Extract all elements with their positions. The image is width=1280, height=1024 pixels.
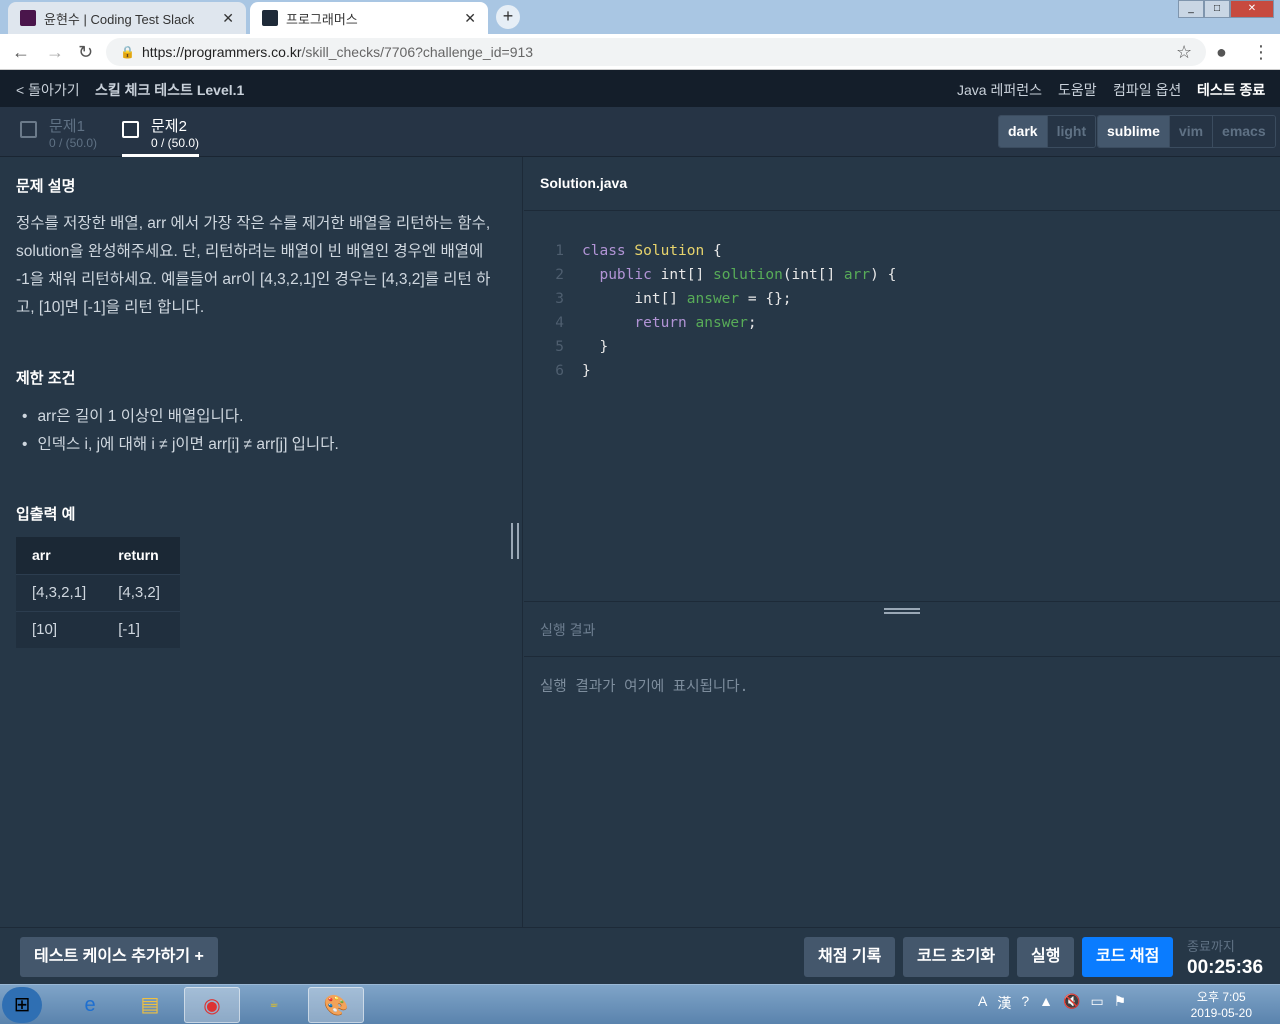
result-panel: 실행 결과 실행 결과가 여기에 표시됩니다. [524, 601, 1280, 714]
submit-button[interactable]: 코드 채점 [1082, 937, 1174, 977]
table-row: [4,3,2,1] [4,3,2] [16, 573, 181, 611]
top-nav: < 돌아가기 스킬 체크 테스트 Level.1 Java 레퍼런스 도움말 컴… [0, 70, 1280, 107]
cell: [10] [16, 610, 103, 648]
taskbar: ⊞ e ▤ ◉ ☕ 🎨 A 漢? ▲ 🔇 ▭ ⚑ 오후 7:05 2019-05-20 [0, 984, 1280, 1024]
java-reference-link[interactable]: Java 레퍼런스 [957, 80, 1042, 100]
timer-label: 종료까지 [1187, 939, 1235, 954]
table-row: [10] [-1] [16, 610, 181, 648]
column-header: return [102, 537, 181, 574]
action-bar: 테스트 케이스 추가하기 + 채점 기록 코드 초기화 실행 코드 채점 종료까… [0, 927, 1280, 984]
browser-tab-strip: 윤현수 | Coding Test Slack ✕ 프로그래머스 ✕ + _ □ ✕ [0, 0, 1280, 34]
clock[interactable]: 오후 7:05 2019-05-20 [1191, 989, 1252, 1021]
problem-label: 문제2 [151, 118, 187, 135]
examples-table: arr return [4,3,2,1] [4,3,2] [10] [-1] [16, 537, 181, 648]
chrome-icon[interactable]: ◉ [184, 987, 240, 1023]
back-link[interactable]: < 돌아가기 [16, 80, 80, 100]
checkbox-icon [122, 121, 139, 138]
compile-options-link[interactable]: 컴파일 옵션 [1113, 80, 1181, 100]
keymap-vim-button[interactable]: vim [1168, 116, 1213, 147]
add-testcase-button[interactable]: 테스트 케이스 추가하기 + [20, 937, 218, 977]
url-path: /skill_checks/7706?challenge_id=913 [301, 44, 534, 60]
explorer-icon[interactable]: ▤ [122, 987, 178, 1023]
tab-title: 프로그래머스 [286, 11, 358, 27]
close-tab-icon[interactable]: ✕ [222, 10, 234, 27]
list-item: arr은 길이 1 이상인 배열입니다. [22, 403, 339, 431]
browser-tab-programmers[interactable]: 프로그래머스 ✕ [250, 2, 488, 34]
list-item: 인덱스 i, j에 대해 i ≠ j이면 arr[i] ≠ arr[j] 입니다… [22, 431, 338, 459]
keymap-emacs-button[interactable]: emacs [1212, 116, 1275, 147]
close-window-button[interactable]: ✕ [1230, 0, 1274, 18]
constraints-list: arr은 길이 1 이상인 배열입니다.인덱스 i, j에 대해 i ≠ j이면… [22, 403, 339, 459]
menu-icon[interactable]: ⋮ [1252, 42, 1270, 63]
close-tab-icon[interactable]: ✕ [464, 10, 476, 27]
description-text: 정수를 저장한 배열, arr 에서 가장 작은 수를 제거한 배열을 리턴하는… [16, 215, 491, 316]
page-title: 스킬 체크 테스트 Level.1 [95, 82, 245, 98]
tab-problem-1[interactable]: 문제1 0 / (50.0) [20, 115, 97, 150]
keymap-toggle: sublime vim emacs [1097, 115, 1276, 148]
cell: [4,3,2,1] [16, 573, 103, 611]
horizontal-resize-handle[interactable] [884, 608, 920, 614]
timer-value: 00:25:36 [1187, 957, 1264, 978]
problem-description-panel: 문제 설명 정수를 저장한 배열, arr 에서 가장 작은 수를 제거한 배열… [0, 157, 523, 927]
java-ee-ide-icon[interactable]: ☕ [246, 987, 302, 1023]
code-editor[interactable]: 1 class Solution { 2 public int[] solutio… [524, 239, 896, 383]
show-hidden-icons[interactable]: ▲ [1039, 993, 1053, 1013]
back-icon[interactable]: ← [12, 42, 30, 63]
tab-title: 윤현수 | Coding Test Slack [44, 11, 195, 27]
vertical-resize-handle[interactable] [511, 523, 519, 559]
theme-light-button[interactable]: light [1046, 116, 1096, 147]
help-link[interactable]: 도움말 [1058, 80, 1097, 100]
hanja-icon[interactable]: 漢 [997, 993, 1011, 1013]
ie-icon[interactable]: e [62, 987, 118, 1023]
theme-toggle: dark light [998, 115, 1097, 148]
address-bar-area: ← → ↻ 🔒 https://programmers.co.kr/skill_c… [0, 34, 1280, 70]
programmers-icon [262, 10, 278, 26]
browser-tab-slack[interactable]: 윤현수 | Coding Test Slack ✕ [8, 2, 246, 34]
section-title: 입출력 예 [16, 506, 76, 523]
editor-filename: Solution.java [524, 157, 1280, 211]
reset-code-button[interactable]: 코드 초기화 [903, 937, 1010, 977]
forward-icon[interactable]: → [46, 42, 64, 63]
checkbox-icon [20, 121, 37, 138]
timer: 종료까지 00:25:36 [1187, 936, 1263, 979]
star-icon[interactable]: ☆ [1176, 42, 1192, 63]
lock-icon: 🔒 [120, 45, 135, 59]
reload-icon[interactable]: ↻ [78, 42, 93, 63]
language-icon[interactable]: A [978, 993, 987, 1013]
end-test-link[interactable]: 테스트 종료 [1197, 80, 1265, 100]
keymap-sublime-button[interactable]: sublime [1098, 116, 1169, 147]
slack-icon [20, 10, 36, 26]
flag-icon[interactable]: ⚑ [1114, 993, 1127, 1013]
tab-problem-2[interactable]: 문제2 0 / (50.0) [122, 115, 200, 157]
new-tab-button[interactable]: + [496, 5, 520, 29]
section-title: 제한 조건 [16, 370, 76, 387]
paint-icon[interactable]: 🎨 [308, 987, 364, 1023]
minimize-button[interactable]: _ [1178, 0, 1204, 18]
grading-history-button[interactable]: 채점 기록 [804, 937, 896, 977]
cell: [-1] [102, 610, 181, 648]
problem-score: 0 / (50.0) [151, 136, 200, 150]
system-tray: A 漢? ▲ 🔇 ▭ ⚑ [978, 993, 1126, 1013]
maximize-button[interactable]: □ [1204, 0, 1230, 18]
editor-panel: Solution.java 1 class Solution { 2 public… [524, 157, 1280, 927]
cell: [4,3,2] [102, 573, 181, 611]
account-icon[interactable]: ● [1216, 42, 1227, 63]
problem-tabs: 문제1 0 / (50.0) 문제2 0 / (50.0) dark light su… [0, 107, 1280, 157]
url-input[interactable]: 🔒 https://programmers.co.kr/skill_checks/… [106, 38, 1206, 66]
run-button[interactable]: 실행 [1017, 937, 1075, 977]
problem-label: 문제1 [49, 118, 85, 135]
result-output: 실행 결과가 여기에 표시됩니다. [540, 679, 749, 695]
clock-time: 오후 7:05 [1196, 990, 1246, 1004]
start-button[interactable]: ⊞ [2, 987, 42, 1023]
volume-muted-icon[interactable]: 🔇 [1063, 993, 1080, 1013]
network-icon[interactable]: ▭ [1090, 993, 1103, 1013]
clock-date: 2019-05-20 [1190, 1006, 1252, 1020]
section-title: 문제 설명 [16, 178, 76, 195]
help-icon[interactable]: ? [1021, 993, 1029, 1013]
theme-dark-button[interactable]: dark [999, 116, 1047, 147]
url-host: https://programmers.co.kr [142, 44, 302, 60]
problem-score: 0 / (50.0) [49, 136, 98, 150]
column-header: arr [16, 537, 103, 574]
